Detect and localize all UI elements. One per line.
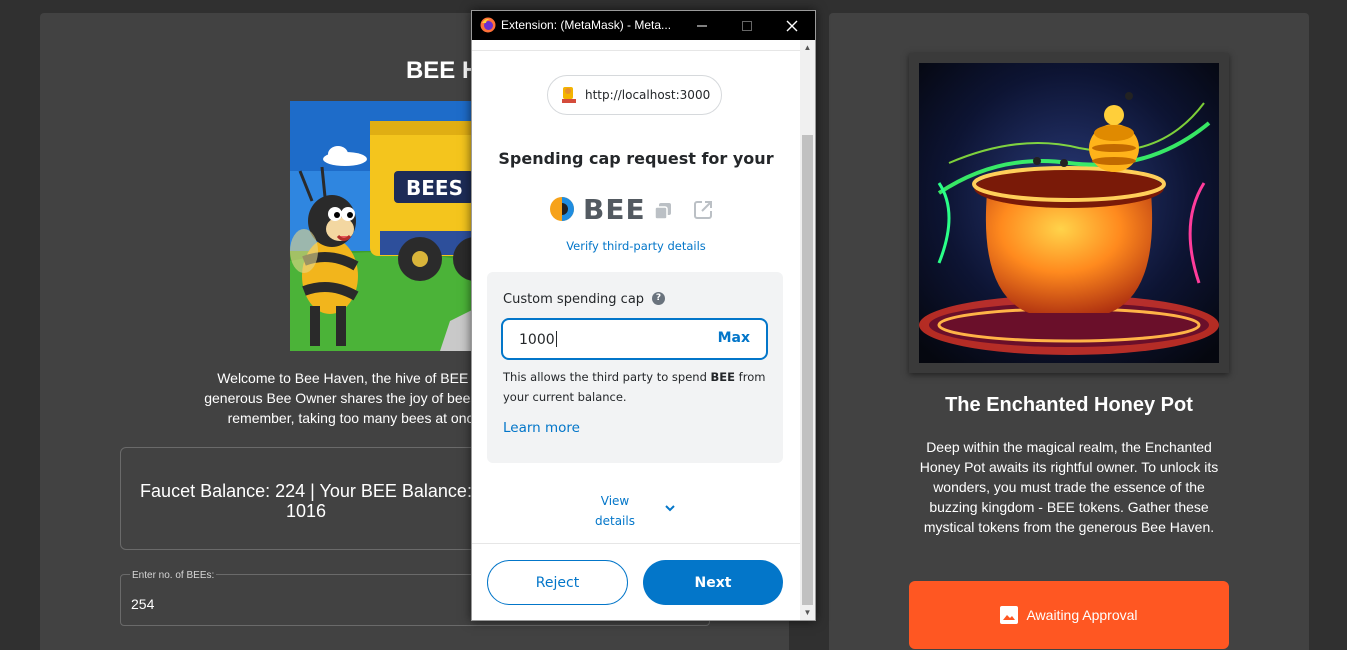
token-logo-icon [550, 197, 574, 221]
spending-cap-input[interactable]: 1000 Max [501, 318, 768, 360]
image-icon [1000, 606, 1019, 624]
close-icon [786, 20, 798, 31]
spending-cap-note: This allows the third party to spend BEE… [503, 367, 773, 407]
metamask-popup-window: Extension: (MetaMask) - Meta... http://l… [471, 10, 816, 621]
verify-third-party-link[interactable]: Verify third-party details [472, 239, 800, 253]
reject-button[interactable]: Reject [487, 560, 628, 605]
note-prefix: This allows the third party to spend [503, 370, 711, 384]
text-caret [555, 331, 557, 347]
learn-more-link[interactable]: Learn more [503, 420, 580, 436]
minimize-icon [697, 25, 707, 26]
hero-image: BEES [290, 101, 490, 351]
awaiting-approval-label: Awaiting Approval [1026, 607, 1138, 623]
maximize-icon [742, 20, 752, 31]
next-button[interactable]: Next [643, 560, 783, 605]
honey-pot-frame [909, 53, 1229, 373]
footer-divider [472, 543, 800, 544]
bee-amount-value[interactable]: 254 [131, 596, 154, 612]
origin-favicon-icon [562, 87, 576, 103]
view-details-link[interactable]: View details [595, 491, 635, 531]
nft-description: Deep within the magical realm, the Encha… [919, 439, 1219, 535]
max-button[interactable]: Max [718, 330, 750, 346]
custom-spending-cap-label: Custom spending cap [503, 292, 645, 307]
header-divider [472, 50, 800, 51]
honey-pot-image [919, 63, 1219, 363]
origin-url: http://localhost:3000 [585, 88, 711, 102]
maximize-button[interactable] [724, 11, 770, 40]
minimize-button[interactable] [679, 11, 725, 40]
spending-cap-value[interactable]: 1000 [519, 332, 555, 348]
nft-title: The Enchanted Honey Pot [945, 394, 1193, 416]
truck-sign-text: BEES [406, 176, 463, 200]
scroll-up-icon[interactable]: ▲ [800, 40, 815, 55]
nft-panel: The Enchanted Honey Pot Deep within the … [829, 13, 1309, 650]
help-icon[interactable]: ? [652, 292, 665, 305]
note-token: BEE [710, 370, 736, 384]
external-link-icon[interactable] [692, 199, 714, 221]
awaiting-approval-button[interactable]: Awaiting Approval [909, 581, 1229, 649]
copy-icon[interactable] [653, 201, 673, 221]
window-titlebar[interactable]: Extension: (MetaMask) - Meta... [472, 11, 815, 40]
window-title: Extension: (MetaMask) - Meta... [501, 18, 672, 32]
chevron-down-icon[interactable] [664, 503, 676, 513]
balance-text: Faucet Balance: 224 | Your BEE Balance: … [140, 481, 472, 521]
firefox-icon [480, 17, 496, 33]
scroll-down-icon[interactable]: ▼ [800, 605, 815, 620]
popup-content: http://localhost:3000 Spending cap reque… [472, 40, 800, 620]
origin-pill: http://localhost:3000 [547, 75, 722, 115]
scrollbar-thumb[interactable] [802, 135, 813, 605]
close-button[interactable] [769, 11, 815, 40]
bee-amount-label: Enter no. of BEEs: [130, 570, 217, 581]
spending-cap-heading: Spending cap request for your [498, 149, 774, 168]
token-symbol: BEE [583, 193, 646, 226]
spending-cap-card: Custom spending cap ? 1000 Max This allo… [487, 272, 783, 463]
popup-scrollbar[interactable]: ▲ ▼ [800, 40, 815, 620]
